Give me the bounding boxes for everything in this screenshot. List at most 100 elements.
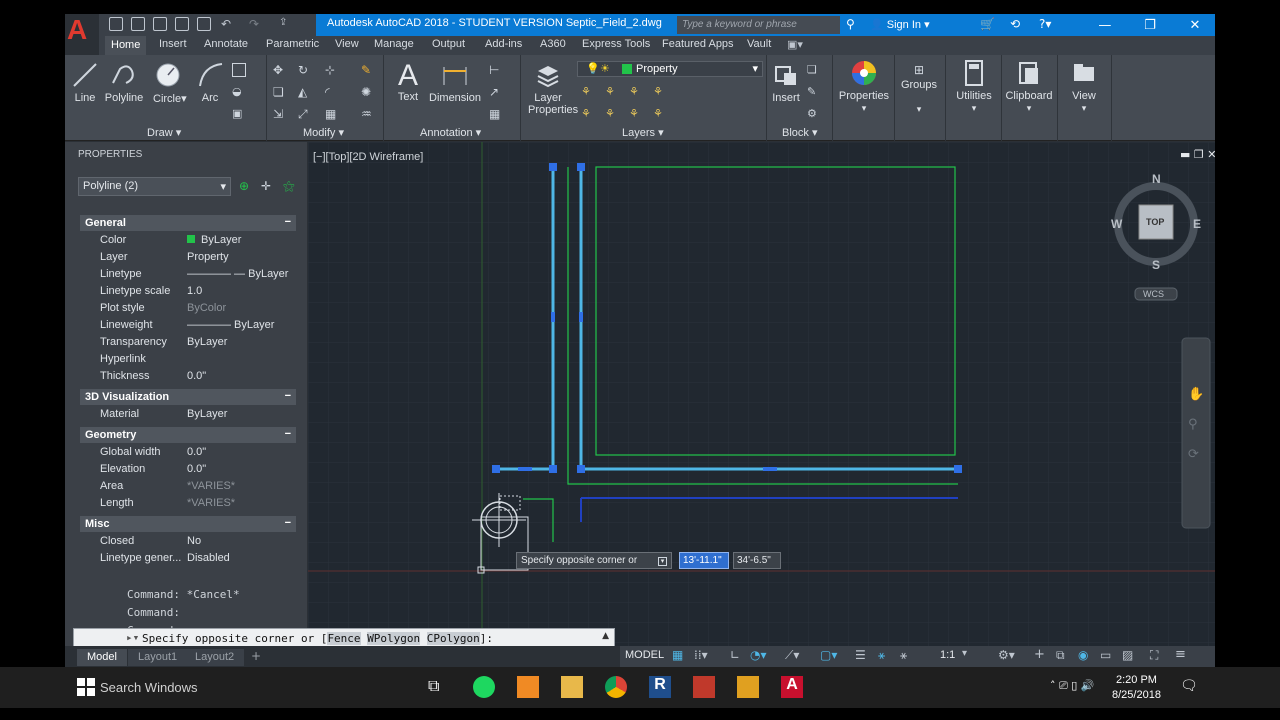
- add-layout-icon[interactable]: +: [251, 649, 261, 663]
- property-row[interactable]: Hyperlink: [80, 352, 296, 369]
- quick-select-icon[interactable]: ⚝: [283, 179, 295, 194]
- minimize-button[interactable]: —: [1085, 15, 1125, 37]
- tab-model[interactable]: Model: [77, 649, 127, 666]
- task-view-icon[interactable]: ⧉: [428, 676, 450, 698]
- snap-icon[interactable]: ⁞⁞▾: [694, 648, 708, 662]
- grip[interactable]: [549, 465, 557, 473]
- binoculars-icon[interactable]: ⚲: [846, 17, 855, 31]
- model-space-button[interactable]: MODEL: [625, 649, 664, 661]
- section-geometry[interactable]: Geometry −: [80, 427, 296, 443]
- select-objects-icon[interactable]: ✛: [261, 179, 271, 193]
- share-icon[interactable]: ⇪: [279, 17, 293, 31]
- midpoint-grip[interactable]: [579, 312, 583, 322]
- toggle-pickadd-icon[interactable]: ⊕: [239, 179, 249, 193]
- copy-icon[interactable]: ❏: [273, 85, 287, 99]
- property-row[interactable]: Thickness 0.0": [80, 369, 296, 386]
- grip[interactable]: [577, 163, 585, 171]
- tab-layout2[interactable]: Layout2: [185, 649, 245, 666]
- layer-tool-icon[interactable]: ⚘: [581, 107, 595, 121]
- layer-tool-icon[interactable]: ⚘: [605, 85, 619, 99]
- isolate-icon[interactable]: ⧉: [1056, 648, 1065, 663]
- taskbar-clock[interactable]: 2:20 PM 8/25/2018: [1112, 673, 1161, 703]
- selection-dropdown[interactable]: Polyline (2) ▾: [78, 177, 231, 196]
- layer-tool-icon[interactable]: ⚘: [653, 107, 667, 121]
- scale-icon[interactable]: ⤢: [298, 107, 312, 121]
- annotation-panel-title[interactable]: Annotation ▾: [420, 126, 481, 139]
- utilities-button[interactable]: Utilities ▾: [952, 59, 996, 114]
- table-icon[interactable]: ▦: [489, 107, 503, 121]
- property-row[interactable]: Layer Property: [80, 250, 296, 267]
- property-row[interactable]: Linetype gener... Disabled: [80, 551, 296, 568]
- tab-express-tools[interactable]: Express Tools: [582, 38, 650, 50]
- undo-icon[interactable]: ↶: [221, 17, 235, 31]
- tab-featured-apps[interactable]: Featured Apps: [662, 38, 734, 50]
- chrome-icon[interactable]: [605, 676, 627, 698]
- move-icon[interactable]: ✥: [273, 63, 287, 77]
- viewport-window-controls[interactable]: ▬ ❐ ✕: [1180, 148, 1215, 161]
- application-menu-button[interactable]: A: [65, 14, 99, 45]
- property-row[interactable]: Lineweight ———— ByLayer: [80, 318, 296, 335]
- midpoint-grip[interactable]: [551, 312, 555, 322]
- linear-dim-icon[interactable]: ⊢: [489, 63, 503, 77]
- property-row[interactable]: Global width 0.0": [80, 445, 296, 462]
- tab-a360[interactable]: A360: [540, 38, 566, 50]
- tab-add-ins[interactable]: Add-ins: [485, 38, 522, 50]
- property-row[interactable]: Linetype ———— — ByLayer: [80, 267, 296, 284]
- region-icon[interactable]: ▣: [232, 107, 246, 121]
- section-misc[interactable]: Misc −: [80, 516, 296, 532]
- arc-button[interactable]: Arc: [197, 61, 223, 104]
- command-history-toggle-icon[interactable]: ▲: [602, 631, 609, 641]
- sublime-icon[interactable]: [517, 676, 539, 698]
- tab-vault[interactable]: Vault: [747, 38, 771, 50]
- orbit-icon[interactable]: ⟳: [1188, 447, 1199, 462]
- sign-in-button[interactable]: 👤 Sign In ▾: [870, 18, 930, 31]
- viewcube-top-label[interactable]: TOP: [1146, 217, 1164, 227]
- autocad-taskbar-icon[interactable]: A: [781, 676, 803, 698]
- block-panel-title[interactable]: Block ▾: [782, 126, 817, 139]
- search-input[interactable]: Type a keyword or phrase: [677, 16, 840, 34]
- leader-icon[interactable]: ↗: [489, 85, 503, 99]
- isodraft-icon[interactable]: ⟋▾: [785, 648, 799, 663]
- options-arrow-icon[interactable]: ▾: [657, 557, 667, 566]
- explode-icon[interactable]: ✺: [361, 85, 375, 99]
- compass-south[interactable]: S: [1152, 258, 1160, 272]
- offset-icon[interactable]: ♒: [361, 107, 375, 121]
- customize-menu-icon[interactable]: ≡: [1175, 647, 1186, 662]
- layer-tool-icon[interactable]: ⚘: [605, 107, 619, 121]
- tab-home[interactable]: Home: [105, 36, 147, 55]
- fillet-icon[interactable]: ◜: [325, 85, 339, 99]
- trim-icon[interactable]: ⊹: [325, 63, 339, 77]
- compass-west[interactable]: W: [1111, 217, 1122, 231]
- compass-north[interactable]: N: [1152, 172, 1161, 186]
- erase-icon[interactable]: ✎: [361, 63, 375, 77]
- dynamic-input-field-y[interactable]: 34'-6.5": [733, 552, 781, 569]
- property-row[interactable]: Plot style ByColor: [80, 301, 296, 318]
- clipboard-button[interactable]: Clipboard ▾: [1003, 59, 1055, 114]
- navigation-bar[interactable]: [1181, 337, 1211, 529]
- image-icon[interactable]: ▨: [1122, 648, 1133, 662]
- property-row[interactable]: Color ByLayer: [80, 233, 296, 250]
- file-explorer-icon[interactable]: [561, 676, 583, 698]
- compass-east[interactable]: E: [1193, 217, 1201, 231]
- edit-block-icon[interactable]: ✎: [807, 85, 821, 99]
- grid-icon[interactable]: ▦: [672, 648, 683, 662]
- polar-icon[interactable]: ◔▾: [750, 648, 767, 662]
- attribute-icon[interactable]: ⚙: [807, 107, 821, 121]
- plot-icon[interactable]: [197, 17, 211, 31]
- modify-panel-title[interactable]: Modify ▾: [303, 126, 344, 139]
- grip[interactable]: [549, 163, 557, 171]
- circle-button[interactable]: Circle▾: [153, 61, 187, 105]
- annotation-visibility-icon[interactable]: ⚹: [878, 648, 885, 663]
- polyline-button[interactable]: Polyline: [103, 61, 145, 104]
- stretch-icon[interactable]: ⇲: [273, 107, 287, 121]
- section-3d-visualization[interactable]: 3D Visualization −: [80, 389, 296, 405]
- app-icon[interactable]: [693, 676, 715, 698]
- pan-hand-icon[interactable]: ✋: [1188, 387, 1204, 402]
- plus-icon[interactable]: +: [1034, 647, 1045, 662]
- cart-icon[interactable]: 🛒: [980, 17, 995, 31]
- keyword-wpolygon[interactable]: WPolygon: [367, 632, 421, 645]
- property-row[interactable]: Area *VARIES*: [80, 479, 296, 496]
- hardware-accel-icon[interactable]: ◉: [1078, 648, 1088, 662]
- dimension-button[interactable]: Dimension: [428, 61, 482, 104]
- grip[interactable]: [492, 465, 500, 473]
